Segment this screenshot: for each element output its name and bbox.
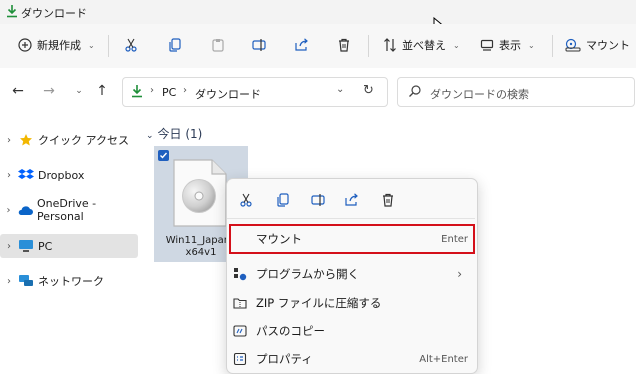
sidebar-item-label: OneDrive - Personal [36,197,97,223]
back-arrow-icon[interactable]: ← [9,82,27,100]
trash-icon [337,38,351,52]
forward-arrow-icon[interactable]: → [40,82,58,100]
chevron-down-icon: ⌄ [528,40,535,50]
sort-icon [383,38,397,52]
sidebar-item-label: Dropbox [38,168,85,182]
breadcrumb-downloads[interactable]: ダウンロード [195,86,261,102]
checkbox-checked-icon[interactable] [158,150,169,161]
copy-icon [168,38,182,52]
cut-button[interactable] [124,34,138,56]
chevron-right-icon: › [7,169,11,181]
rename-icon[interactable] [310,192,326,208]
zip-folder-icon [232,295,248,311]
breadcrumb-separator-icon: › [183,85,187,96]
chevron-right-icon: › [457,267,462,281]
share-icon [295,38,309,52]
open-with-icon [232,266,248,282]
menu-divider [227,218,475,219]
view-label: 表示 [499,39,521,52]
mount-ribbon-button[interactable]: マウント [565,34,630,56]
menu-item-compress-zip[interactable]: ZIP ファイルに圧縮する [232,293,468,313]
sidebar-item-onedrive[interactable]: › OneDrive - Personal [0,197,140,223]
new-label: 新規作成 [37,39,81,52]
breadcrumb-pc[interactable]: PC [162,86,176,99]
menu-item-label: マウント [256,232,302,246]
download-icon [130,84,144,101]
delete-button[interactable] [337,34,351,56]
view-button[interactable]: 表示 ⌄ [480,34,535,56]
command-bar [0,24,636,69]
share-icon[interactable] [344,192,360,208]
disc-image-file-icon [172,158,228,231]
sidebar-item-pc[interactable]: › PC [0,234,138,258]
sidebar-item-label: クイック アクセス [38,134,129,147]
chevron-right-icon: › [7,275,11,287]
sidebar-item-label: PC [38,239,53,253]
up-arrow-icon[interactable]: ↑ [93,82,111,100]
chevron-down-icon: ⌄ [88,40,95,50]
search-icon [408,84,422,101]
separator [368,35,369,57]
refresh-icon[interactable]: ↻ [363,83,374,98]
network-icon [18,273,34,289]
recent-locations-chevron-icon[interactable]: ⌄ [70,82,88,100]
menu-item-mount[interactable]: マウント Enter [232,229,468,249]
new-button[interactable]: 新規作成 ⌄ [18,34,95,56]
plus-circle-icon [18,38,32,52]
star-icon [18,132,34,148]
menu-item-label: プログラムから開く [256,267,360,281]
paste-icon [211,38,225,52]
breadcrumb-separator-icon: › [150,85,154,96]
monitor-icon [18,238,34,254]
menu-item-open-with[interactable]: プログラムから開く › [232,264,468,284]
dropbox-icon [18,167,34,183]
chevron-right-icon: › [6,204,11,216]
chevron-down-icon: ⌄ [453,40,460,50]
menu-item-shortcut: Alt+Enter [419,353,468,365]
menu-item-label: ZIP ファイルに圧縮する [256,296,382,310]
rename-button[interactable] [252,34,266,56]
download-icon [5,4,19,18]
address-history-chevron-icon[interactable]: ⌄ [336,84,344,95]
chevron-down-icon: ⌄ [146,131,154,141]
sidebar-item-network[interactable]: › ネットワーク [0,269,140,293]
view-icon [480,38,494,52]
separator [108,35,109,57]
properties-icon [232,351,248,367]
window-title: ダウンロード [21,7,87,20]
separator [552,35,553,57]
copy-icon[interactable] [275,192,291,208]
share-button[interactable] [295,34,309,56]
sidebar-item-dropbox[interactable]: › Dropbox [0,163,140,187]
cut-button-scissors-icon[interactable] [238,192,254,208]
sort-label: 並べ替え [402,39,446,52]
trash-icon[interactable] [380,192,396,208]
title-bar [0,0,636,24]
menu-item-copy-path[interactable]: パスのコピー [232,321,468,341]
group-label: 今日 (1) [157,127,203,141]
cloud-icon [17,202,33,218]
group-header[interactable]: ⌄ 今日 (1) [146,125,202,142]
chevron-right-icon: › [7,240,11,252]
chevron-right-icon: › [7,134,11,146]
search-placeholder: ダウンロードの検索 [430,88,529,101]
menu-item-label: プロパティ [256,352,313,366]
mount-disc-icon [565,38,581,52]
menu-item-properties[interactable]: プロパティ Alt+Enter [232,349,468,369]
copy-path-icon [232,323,248,339]
sort-button[interactable]: 並べ替え ⌄ [383,34,460,56]
menu-item-label: パスのコピー [256,324,325,338]
copy-button[interactable] [168,34,182,56]
mount-label: マウント [586,39,630,52]
scissors-icon [124,38,138,52]
paste-button[interactable] [211,34,225,56]
menu-item-shortcut: Enter [441,233,468,245]
sidebar-item-label: ネットワーク [38,275,104,288]
sidebar-item-quick-access[interactable]: › クイック アクセス [0,128,140,152]
rename-icon [252,38,266,52]
